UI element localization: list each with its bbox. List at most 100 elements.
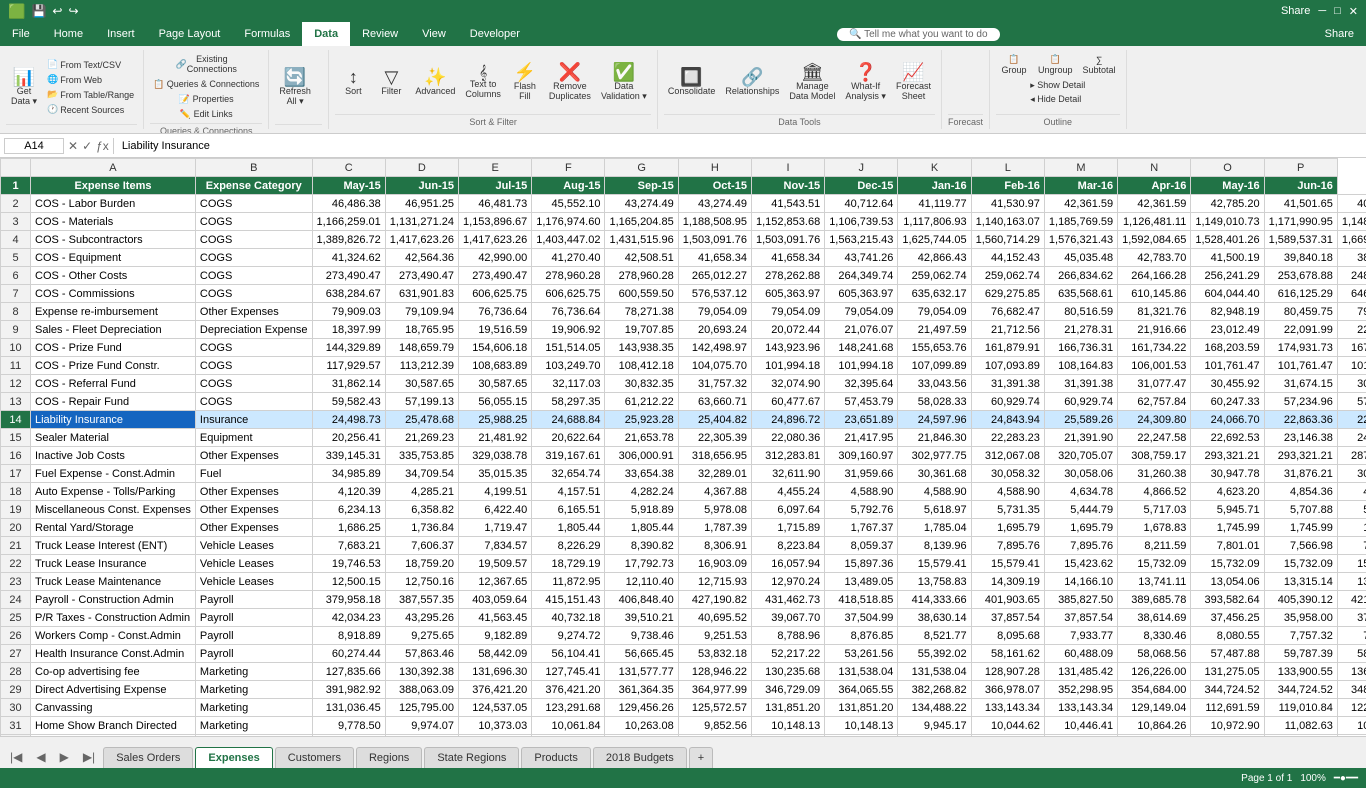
cell-r31c15[interactable]: 11,082.63 <box>1264 717 1337 735</box>
btn-what-if[interactable]: ❓ What-IfAnalysis ▾ <box>841 61 890 104</box>
cell-r6c16[interactable]: 248.60 <box>1337 267 1366 285</box>
cell-r10c2[interactable]: 144,329.89 <box>312 339 385 357</box>
cell-r25c6[interactable]: 39,510.21 <box>605 609 678 627</box>
cell-r18c10[interactable]: 4,588.90 <box>898 483 971 501</box>
cell-r24c5[interactable]: 415,151.43 <box>532 591 605 609</box>
cell-r21c14[interactable]: 7,801.01 <box>1191 537 1264 555</box>
cell-r14c15[interactable]: 22,863.36 <box>1264 411 1337 429</box>
cell-r15c2[interactable]: 20,256.41 <box>312 429 385 447</box>
cell-r24c16[interactable]: 421.60 <box>1337 591 1366 609</box>
cell-r14c3[interactable]: 25,478.68 <box>385 411 458 429</box>
cell-r8c8[interactable]: 79,054.09 <box>751 303 824 321</box>
cell-r19c8[interactable]: 6,097.64 <box>751 501 824 519</box>
cell-r25c12[interactable]: 37,857.54 <box>1044 609 1117 627</box>
cell-r15c1[interactable]: Equipment <box>195 429 312 447</box>
zoom-slider[interactable]: ━●━━ <box>1334 773 1358 784</box>
cell-r3c13[interactable]: 1,126,481.11 <box>1118 213 1191 231</box>
cell-r14c10[interactable]: 24,597.96 <box>898 411 971 429</box>
formula-input[interactable] <box>118 140 1362 152</box>
sheet-tab-sales-orders[interactable]: Sales Orders <box>103 747 193 768</box>
cell-r10c11[interactable]: 161,879.91 <box>971 339 1044 357</box>
col-G[interactable]: G <box>605 159 678 177</box>
cell-r21c7[interactable]: 8,306.91 <box>678 537 751 555</box>
cell-r4c14[interactable]: 1,528,401.26 <box>1191 231 1264 249</box>
cell-r9c15[interactable]: 22,091.99 <box>1264 321 1337 339</box>
cell-r17c4[interactable]: 35,015.35 <box>459 465 532 483</box>
cell-r8c12[interactable]: 80,516.59 <box>1044 303 1117 321</box>
cell-r3c15[interactable]: 1,171,990.95 <box>1264 213 1337 231</box>
cell-r18c16[interactable]: 4.85 <box>1337 483 1366 501</box>
cell-r12c9[interactable]: 32,395.64 <box>825 375 898 393</box>
col-J[interactable]: J <box>825 159 898 177</box>
cell-r17c8[interactable]: 32,611.90 <box>751 465 824 483</box>
cell-r4c7[interactable]: 1,503,091.76 <box>678 231 751 249</box>
cell-r2c3[interactable]: 46,951.25 <box>385 195 458 213</box>
cell-r11c1[interactable]: COGS <box>195 357 312 375</box>
cell-r26c2[interactable]: 8,918.89 <box>312 627 385 645</box>
cell-r18c5[interactable]: 4,157.51 <box>532 483 605 501</box>
table-row[interactable]: 28Co-op advertising feeMarketing127,835.… <box>1 663 1366 681</box>
cell-r22c0[interactable]: Truck Lease Insurance <box>31 555 196 573</box>
cell-r13c8[interactable]: 60,477.67 <box>751 393 824 411</box>
cell-r27c5[interactable]: 56,104.41 <box>532 645 605 663</box>
cell-r29c13[interactable]: 354,684.00 <box>1118 681 1191 699</box>
cell-r7c7[interactable]: 576,537.12 <box>678 285 751 303</box>
cell-r3c16[interactable]: 1,148.55 <box>1337 213 1366 231</box>
tab-data[interactable]: Data <box>302 22 350 46</box>
cell-r28c13[interactable]: 126,226.00 <box>1118 663 1191 681</box>
cell-r28c3[interactable]: 130,392.38 <box>385 663 458 681</box>
col-L[interactable]: L <box>971 159 1044 177</box>
cell-r25c9[interactable]: 37,504.99 <box>825 609 898 627</box>
cell-r9c2[interactable]: 18,397.99 <box>312 321 385 339</box>
cell-r7c12[interactable]: 635,568.61 <box>1044 285 1117 303</box>
cell-r23c9[interactable]: 13,489.05 <box>825 573 898 591</box>
cell-r5c4[interactable]: 42,990.00 <box>459 249 532 267</box>
cell-r29c3[interactable]: 388,063.09 <box>385 681 458 699</box>
cell-r22c10[interactable]: 15,579.41 <box>898 555 971 573</box>
cell-r32c6[interactable]: 2,562.39 <box>605 735 678 737</box>
cell-r16c5[interactable]: 319,167.61 <box>532 447 605 465</box>
cell-r6c1[interactable]: COGS <box>195 267 312 285</box>
cell-r28c8[interactable]: 130,235.68 <box>751 663 824 681</box>
cell-r26c4[interactable]: 9,182.89 <box>459 627 532 645</box>
cell-r28c16[interactable]: 136.57 <box>1337 663 1366 681</box>
table-row[interactable]: 31Home Show Branch DirectedMarketing9,77… <box>1 717 1366 735</box>
cell-r19c5[interactable]: 6,165.51 <box>532 501 605 519</box>
cell-r28c5[interactable]: 127,745.41 <box>532 663 605 681</box>
table-row[interactable]: 27Health Insurance Const.AdminPayroll60,… <box>1 645 1366 663</box>
cell-r28c0[interactable]: Co-op advertising fee <box>31 663 196 681</box>
cell-r9c5[interactable]: 19,906.92 <box>532 321 605 339</box>
cell-r23c8[interactable]: 12,970.24 <box>751 573 824 591</box>
cell-r13c7[interactable]: 63,660.71 <box>678 393 751 411</box>
btn-flash-fill[interactable]: ⚡ FlashFill <box>507 61 543 103</box>
cell-r23c14[interactable]: 13,054.06 <box>1191 573 1264 591</box>
cell-r32c14[interactable]: 2,604.92 <box>1191 735 1264 737</box>
cell-r24c8[interactable]: 431,462.73 <box>751 591 824 609</box>
cell-r27c11[interactable]: 58,161.62 <box>971 645 1044 663</box>
cell-r17c0[interactable]: Fuel Expense - Const.Admin <box>31 465 196 483</box>
cell-r9c16[interactable]: 22.31 <box>1337 321 1366 339</box>
cell-r2c7[interactable]: 43,274.49 <box>678 195 751 213</box>
cell-r18c1[interactable]: Other Expenses <box>195 483 312 501</box>
cell-r14c2[interactable]: 24,498.73 <box>312 411 385 429</box>
cell-r10c16[interactable]: 167.93 <box>1337 339 1366 357</box>
cell-r24c13[interactable]: 389,685.78 <box>1118 591 1191 609</box>
cell-r29c4[interactable]: 376,421.20 <box>459 681 532 699</box>
cell-r9c7[interactable]: 20,693.24 <box>678 321 751 339</box>
cell-r25c5[interactable]: 40,732.18 <box>532 609 605 627</box>
cell-r29c7[interactable]: 364,977.99 <box>678 681 751 699</box>
cell-r8c1[interactable]: Other Expenses <box>195 303 312 321</box>
cell-r9c1[interactable]: Depreciation Expense <box>195 321 312 339</box>
cell-r13c6[interactable]: 61,212.22 <box>605 393 678 411</box>
cell-r31c2[interactable]: 9,778.50 <box>312 717 385 735</box>
cell-r23c10[interactable]: 13,758.83 <box>898 573 971 591</box>
cell-r21c5[interactable]: 8,226.29 <box>532 537 605 555</box>
cell-r29c8[interactable]: 346,729.09 <box>751 681 824 699</box>
cell-r19c10[interactable]: 5,618.97 <box>898 501 971 519</box>
cell-r24c0[interactable]: Payroll - Construction Admin <box>31 591 196 609</box>
cell-r15c3[interactable]: 21,269.23 <box>385 429 458 447</box>
col-C[interactable]: C <box>312 159 385 177</box>
cell-r10c13[interactable]: 161,734.22 <box>1118 339 1191 357</box>
cell-r17c9[interactable]: 31,959.66 <box>825 465 898 483</box>
cell-r25c4[interactable]: 41,563.45 <box>459 609 532 627</box>
